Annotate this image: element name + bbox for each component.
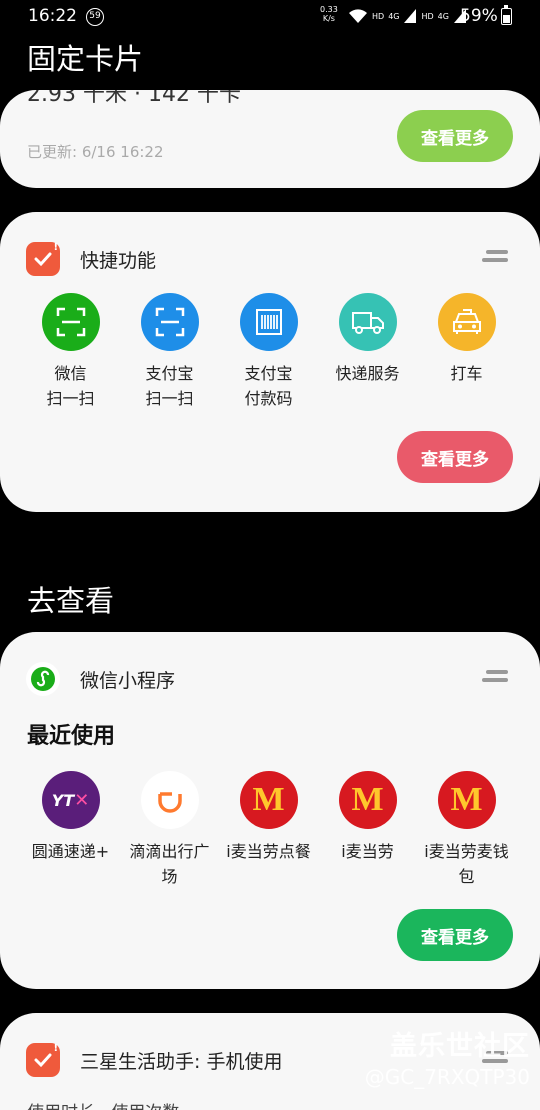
shortcut-wechat-scan[interactable]: 微信 扫一扫 (21, 293, 120, 411)
shortcut-card: ! 快捷功能 微信 扫一扫 支付宝 扫一扫 支付宝 付款码 快递服务 打车 查看… (0, 212, 540, 512)
mcdonalds-logo-text: M (252, 781, 285, 818)
section-title-explore: 去查看 (27, 584, 115, 618)
mcdonalds-logo-icon: M (437, 771, 496, 829)
hd-label-1: HD (372, 11, 385, 21)
miniprogram-yto[interactable]: YT ✕ 圆通速递+ (21, 771, 120, 889)
drag-handle-icon[interactable] (482, 250, 508, 264)
drag-handle-icon[interactable] (482, 670, 508, 684)
shortcut-more-button[interactable]: 查看更多 (397, 431, 513, 483)
delivery-truck-icon (338, 293, 397, 351)
step-count-card[interactable]: 2.93 千米 · 142 千卡 已更新: 6/16 16:22 查看更多 (0, 90, 540, 188)
network-speed-value: 0.33 (320, 5, 338, 14)
mcdonalds-logo-text: M (450, 781, 483, 818)
scan-icon (41, 293, 100, 351)
recently-used-heading: 最近使用 (27, 724, 116, 749)
battery-icon (501, 5, 512, 25)
step-more-button[interactable]: 查看更多 (397, 110, 513, 162)
shortcut-label: 打车 (450, 364, 483, 383)
miniprogram-mcd[interactable]: M i麦当劳 (318, 771, 417, 889)
miniprogram-card-title: 微信小程序 (80, 669, 176, 692)
shortcut-label: 支付宝 扫一扫 (145, 364, 194, 408)
notification-count-badge: 59 (86, 8, 104, 26)
shortcut-label: 快递服务 (335, 364, 400, 383)
network-speed-unit: K/s (322, 14, 335, 23)
usage-partial-text: 使用时长 · 使用次数 (27, 1098, 179, 1110)
section-title-pinned: 固定卡片 (27, 42, 144, 76)
lte-label-1: 4G (388, 11, 400, 21)
watermark-user: @GC_7RXQTP30 (364, 1065, 530, 1089)
miniprogram-label: i麦当劳麦钱 包 (424, 842, 509, 886)
taxi-icon (437, 293, 496, 351)
barcode-icon (239, 293, 298, 351)
miniprogram-grid: YT ✕ 圆通速递+ 滴滴出行广 场 M i麦当劳点餐 M i麦当劳 M i麦当… (21, 771, 516, 889)
scan-icon (140, 293, 199, 351)
shortcut-label: 微信 扫一扫 (46, 364, 95, 408)
miniprogram-mcd-wallet[interactable]: M i麦当劳麦钱 包 (417, 771, 516, 889)
samsung-assistant-icon: ! (26, 242, 60, 276)
shortcut-alipay-scan[interactable]: 支付宝 扫一扫 (120, 293, 219, 411)
shortcut-taxi[interactable]: 打车 (417, 293, 516, 411)
mcdonalds-logo-text: M (351, 781, 384, 818)
network-speed: 0.33 K/s (320, 5, 338, 23)
miniprogram-label: 圆通速递+ (31, 842, 110, 861)
status-bar: 16:22 59 0.33 K/s HD 4G HD 4G 59% (0, 0, 540, 32)
shortcut-card-title: 快捷功能 (80, 249, 157, 272)
lte-label-2: 4G (437, 11, 449, 21)
mcdonalds-logo-icon: M (239, 771, 298, 829)
signal-strength-icon-1 (404, 9, 417, 23)
usage-card-title: 三星生活助手: 手机使用 (80, 1050, 283, 1073)
battery-percent: 59% (460, 6, 498, 26)
shortcut-label: 支付宝 付款码 (244, 364, 293, 408)
shortcut-alipay-paycode[interactable]: 支付宝 付款码 (219, 293, 318, 411)
signal-icons: HD 4G HD 4G (348, 6, 467, 26)
miniprogram-mcd-order[interactable]: M i麦当劳点餐 (219, 771, 318, 889)
miniprogram-didi[interactable]: 滴滴出行广 场 (120, 771, 219, 889)
mcdonalds-logo-icon: M (338, 771, 397, 829)
hd-label-2: HD (421, 11, 434, 21)
samsung-assistant-icon: ! (26, 1043, 60, 1077)
wifi-icon (349, 9, 367, 23)
miniprogram-more-button[interactable]: 查看更多 (397, 909, 513, 961)
step-updated-time: 已更新: 6/16 16:22 (27, 143, 164, 161)
shortcut-grid: 微信 扫一扫 支付宝 扫一扫 支付宝 付款码 快递服务 打车 (21, 293, 516, 411)
shortcut-delivery[interactable]: 快递服务 (318, 293, 417, 411)
status-time: 16:22 (28, 6, 77, 26)
usage-card-header: ! 三星生活助手: 手机使用 (26, 1043, 282, 1077)
didi-logo-icon (140, 771, 199, 829)
shortcut-card-header: ! 快捷功能 (26, 242, 156, 276)
step-summary-text: 2.93 千米 · 142 千卡 (27, 90, 241, 107)
miniprogram-label: i麦当劳 (341, 842, 394, 861)
miniprogram-card-header: 微信小程序 (26, 662, 175, 696)
miniprogram-label: i麦当劳点餐 (226, 842, 311, 861)
miniprogram-label: 滴滴出行广 场 (129, 842, 210, 886)
watermark-site: 盖乐世社区 (390, 1031, 530, 1062)
yto-logo-text: YT (51, 790, 75, 810)
wechat-miniprogram-icon (26, 662, 60, 696)
miniprogram-card: 微信小程序 最近使用 YT✕ 圆通速递+ 滴滴出行广 场 M i麦当劳点餐 M (0, 632, 540, 989)
yto-logo-icon: YT ✕ (41, 771, 100, 829)
